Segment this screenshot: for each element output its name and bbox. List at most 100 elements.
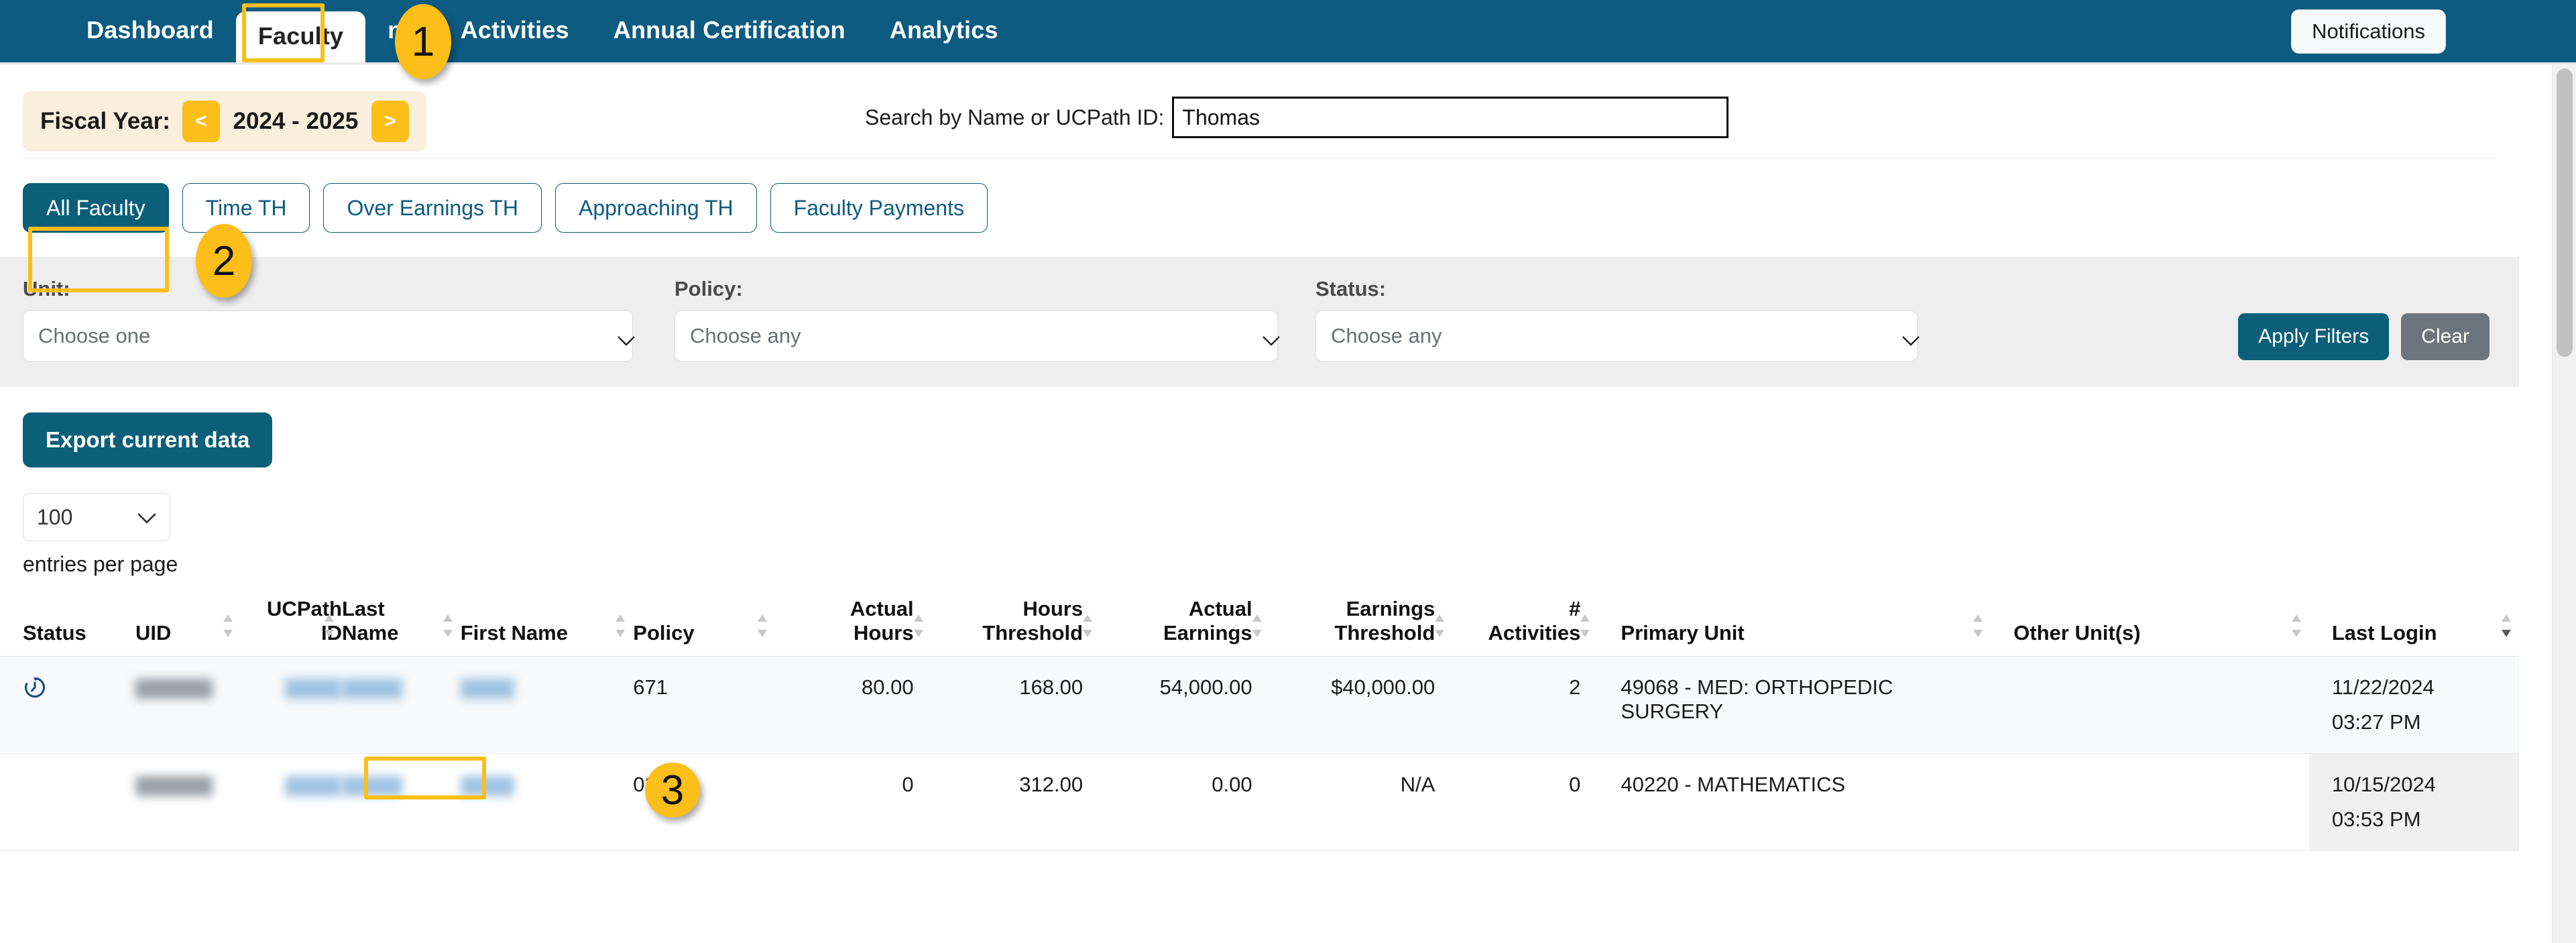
cell-last-login: 11/22/2024 03:27 PM bbox=[2308, 656, 2519, 754]
nav-item-dashboard[interactable]: Dashboard bbox=[64, 18, 236, 62]
nav-item-analytics[interactable]: Analytics bbox=[868, 18, 1020, 62]
entries-per-page-row: 100 entries per page bbox=[0, 467, 2519, 577]
fiscal-year-next-button[interactable]: > bbox=[371, 101, 409, 142]
scrollbar-thumb[interactable] bbox=[2557, 68, 2573, 357]
cell-activities: 0 bbox=[1452, 753, 1598, 851]
col-status[interactable]: Status bbox=[0, 597, 135, 657]
notifications-button[interactable]: Notifications bbox=[2291, 9, 2446, 54]
sort-icon[interactable] bbox=[1972, 610, 1984, 641]
redacted-ucpath-id bbox=[285, 678, 342, 699]
col-last-name[interactable]: Last Name bbox=[342, 597, 461, 657]
col-actual-earnings-line2: Earnings bbox=[1163, 621, 1252, 645]
annotation-badge-1: 1 bbox=[395, 4, 451, 79]
nav-item-annual-certification[interactable]: Annual Certification bbox=[591, 18, 868, 62]
redacted-ucpath-id bbox=[285, 775, 342, 796]
sort-icon[interactable] bbox=[323, 610, 335, 641]
sort-icon[interactable] bbox=[1081, 610, 1094, 641]
col-first-name[interactable]: First Name bbox=[461, 597, 634, 657]
col-activities[interactable]: # Activities bbox=[1452, 597, 1598, 657]
search-area: Search by Name or UCPath ID: bbox=[865, 97, 1729, 138]
nav-item-activities[interactable]: Activities bbox=[438, 18, 591, 62]
col-primary-unit-label: Primary Unit bbox=[1621, 621, 1745, 645]
last-login-time: 03:27 PM bbox=[2331, 710, 2421, 734]
policy-filter-label: Policy: bbox=[675, 277, 743, 300]
cell-hours-threshold: 168.00 bbox=[931, 656, 1101, 754]
sort-icon[interactable] bbox=[614, 610, 626, 641]
col-earnings-threshold[interactable]: Earnings Threshold bbox=[1270, 597, 1453, 657]
cell-policy: 671 bbox=[633, 656, 776, 754]
col-actual-hours[interactable]: Actual Hours bbox=[775, 597, 931, 657]
entries-per-page-select[interactable]: 100 bbox=[23, 493, 170, 541]
sort-icon[interactable] bbox=[756, 610, 768, 641]
col-hours-threshold-line1: Hours bbox=[1022, 597, 1084, 620]
col-hours-threshold[interactable]: Hours Threshold bbox=[931, 597, 1100, 657]
tab-over-earnings-th[interactable]: Over Earnings TH bbox=[323, 183, 542, 233]
export-current-data-button[interactable]: Export current data bbox=[23, 412, 273, 467]
clock-icon[interactable] bbox=[23, 677, 47, 704]
export-row: Export current data bbox=[0, 387, 2519, 467]
col-policy-label: Policy bbox=[633, 621, 695, 645]
sort-icon[interactable] bbox=[222, 610, 234, 641]
sort-icon[interactable] bbox=[442, 610, 454, 641]
sort-icon[interactable] bbox=[1579, 610, 1591, 641]
apply-filters-button[interactable]: Apply Filters bbox=[2238, 313, 2390, 360]
annotation-badge-3: 3 bbox=[645, 763, 700, 818]
table-row[interactable]: 025 0 312.00 0.00 N/A 0 40220 - MATHEMAT… bbox=[0, 753, 2519, 851]
tab-approaching-th[interactable]: Approaching TH bbox=[554, 183, 757, 233]
cell-first-name[interactable] bbox=[460, 656, 634, 754]
filter-bar: Unit: Choose one Policy: Choose any Stat… bbox=[0, 257, 2519, 387]
last-login-time: 03:53 PM bbox=[2331, 808, 2421, 831]
tab-faculty-payments[interactable]: Faculty Payments bbox=[770, 183, 988, 233]
tab-time-th[interactable]: Time TH bbox=[182, 183, 310, 233]
sort-icon[interactable] bbox=[2290, 610, 2302, 641]
cell-actual-earnings: 54,000.00 bbox=[1100, 656, 1270, 754]
cell-first-name[interactable] bbox=[460, 753, 634, 851]
col-actual-hours-line2: Hours bbox=[854, 621, 914, 645]
faculty-table: Status UID UCPath ID bbox=[0, 597, 2519, 851]
cell-status[interactable] bbox=[0, 656, 135, 754]
sort-icon-active[interactable] bbox=[2500, 610, 2512, 641]
col-other-units[interactable]: Other Unit(s) bbox=[1991, 597, 2309, 657]
col-policy[interactable]: Policy bbox=[633, 597, 775, 657]
table-row[interactable]: 671 80.00 168.00 54,000.00 $40,000.00 2 … bbox=[0, 656, 2519, 754]
search-input[interactable] bbox=[1172, 97, 1729, 138]
col-uid-label: UID bbox=[135, 621, 172, 645]
cell-uid bbox=[135, 753, 241, 851]
fiscal-year-selector: Fiscal Year: < 2024 - 2025 > bbox=[23, 91, 426, 152]
cell-last-name[interactable] bbox=[342, 656, 461, 754]
col-uid[interactable]: UID bbox=[135, 597, 241, 657]
col-last-login[interactable]: Last Login bbox=[2309, 597, 2519, 657]
policy-select[interactable]: Choose any bbox=[675, 311, 1280, 362]
cell-uid bbox=[135, 656, 241, 754]
col-primary-unit[interactable]: Primary Unit bbox=[1598, 597, 1991, 657]
col-ucpath-id[interactable]: UCPath ID bbox=[241, 597, 342, 657]
fiscal-year-value: 2024 - 2025 bbox=[233, 108, 359, 134]
page-content: Fiscal Year: < 2024 - 2025 > Search by N… bbox=[0, 64, 2576, 851]
redacted-last-name bbox=[342, 678, 402, 699]
cell-primary-unit: 49068 - MED: ORTHOPEDIC SURGERY bbox=[1598, 656, 1991, 754]
fiscal-year-prev-button[interactable]: < bbox=[182, 101, 220, 142]
cell-last-name[interactable] bbox=[342, 753, 461, 851]
col-actual-earnings[interactable]: Actual Earnings bbox=[1100, 597, 1269, 657]
search-label: Search by Name or UCPath ID: bbox=[865, 105, 1165, 129]
cell-primary-unit: 40220 - MATHEMATICS bbox=[1598, 753, 1991, 851]
nav-item-faculty[interactable]: Faculty bbox=[235, 11, 366, 62]
redacted-last-name bbox=[342, 775, 402, 796]
status-select[interactable]: Choose any bbox=[1315, 311, 1920, 362]
col-activities-line2: Activities bbox=[1488, 621, 1581, 645]
tab-all-faculty[interactable]: All Faculty bbox=[23, 183, 169, 233]
fiscal-year-label: Fiscal Year: bbox=[40, 108, 170, 134]
sort-icon[interactable] bbox=[1251, 610, 1263, 641]
unit-select[interactable]: Choose one bbox=[23, 311, 635, 362]
entries-per-page-value: 100 bbox=[37, 504, 73, 529]
redacted-uid bbox=[135, 775, 213, 796]
clear-filters-button[interactable]: Clear bbox=[2401, 313, 2490, 360]
vertical-scrollbar[interactable] bbox=[2552, 64, 2576, 943]
top-navigation-bar: Dashboard Faculty ns Activities Annual C… bbox=[0, 0, 2576, 64]
col-other-units-label: Other Unit(s) bbox=[2013, 621, 2141, 645]
col-activities-line1: # bbox=[1569, 597, 1581, 620]
status-filter-label: Status: bbox=[1315, 277, 1387, 300]
cell-other-units bbox=[1991, 753, 2309, 851]
sort-icon[interactable] bbox=[1433, 610, 1446, 641]
sort-icon[interactable] bbox=[913, 610, 925, 641]
